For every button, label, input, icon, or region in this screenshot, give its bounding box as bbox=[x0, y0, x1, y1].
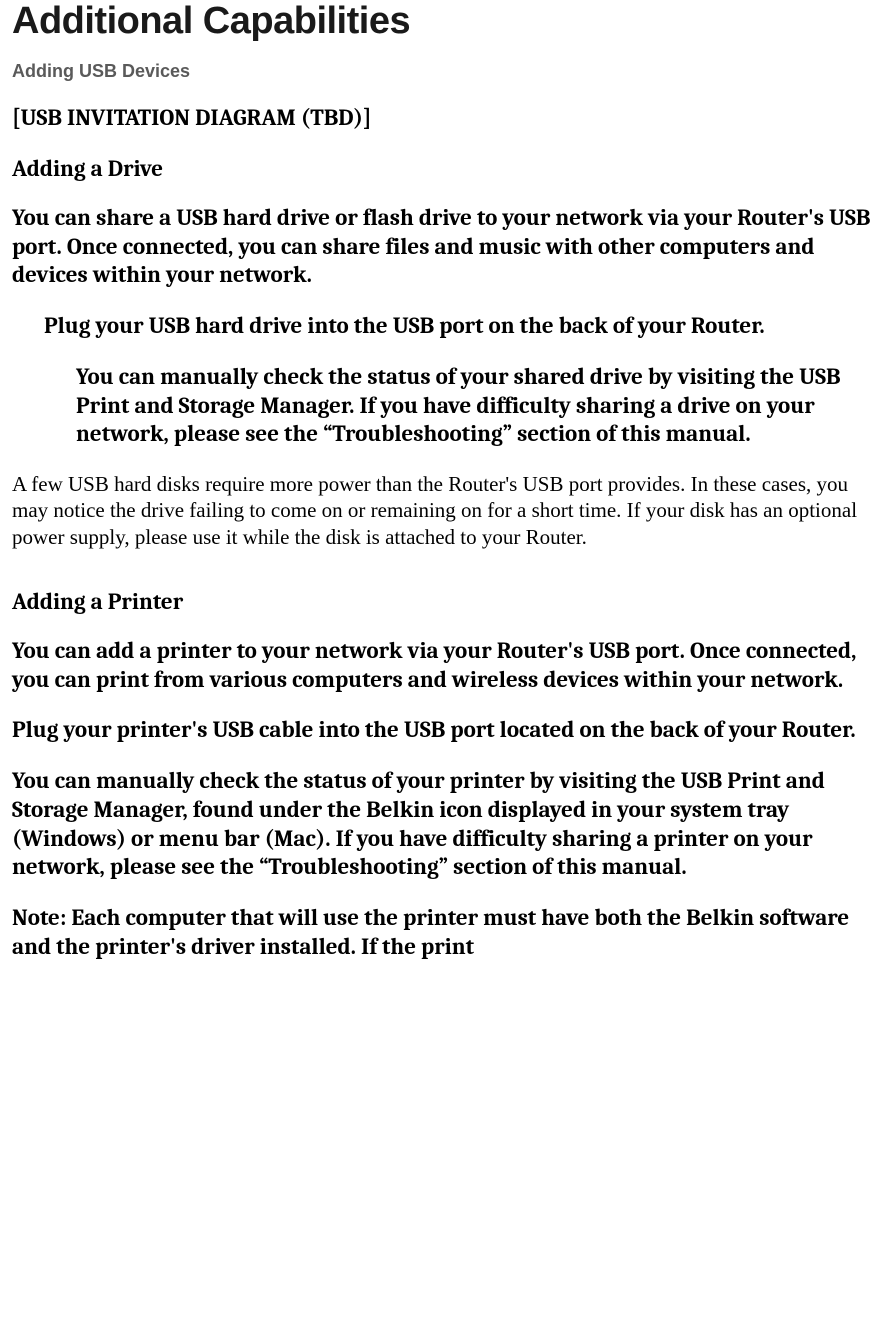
printer-plug-step: Plug your printer's USB cable into the U… bbox=[12, 716, 883, 745]
printer-driver-note: Note: Each computer that will use the pr… bbox=[12, 904, 883, 962]
drive-intro-paragraph: You can share a USB hard drive or flash … bbox=[12, 204, 883, 290]
diagram-placeholder: [USB INVITATION DIAGRAM (TBD)] bbox=[12, 104, 883, 133]
page-title: Additional Capabilities bbox=[12, 0, 883, 43]
drive-power-note: A few USB hard disks require more power … bbox=[12, 471, 883, 550]
adding-printer-heading: Adding a Printer bbox=[12, 588, 883, 615]
printer-intro-paragraph: You can add a printer to your network vi… bbox=[12, 637, 883, 695]
usb-devices-subheading: Adding USB Devices bbox=[12, 61, 883, 82]
printer-check-step: You can manually check the status of you… bbox=[12, 767, 883, 882]
drive-plug-step: Plug your USB hard drive into the USB po… bbox=[44, 312, 883, 341]
adding-drive-heading: Adding a Drive bbox=[12, 155, 883, 182]
drive-check-step: You can manually check the status of you… bbox=[76, 363, 883, 449]
